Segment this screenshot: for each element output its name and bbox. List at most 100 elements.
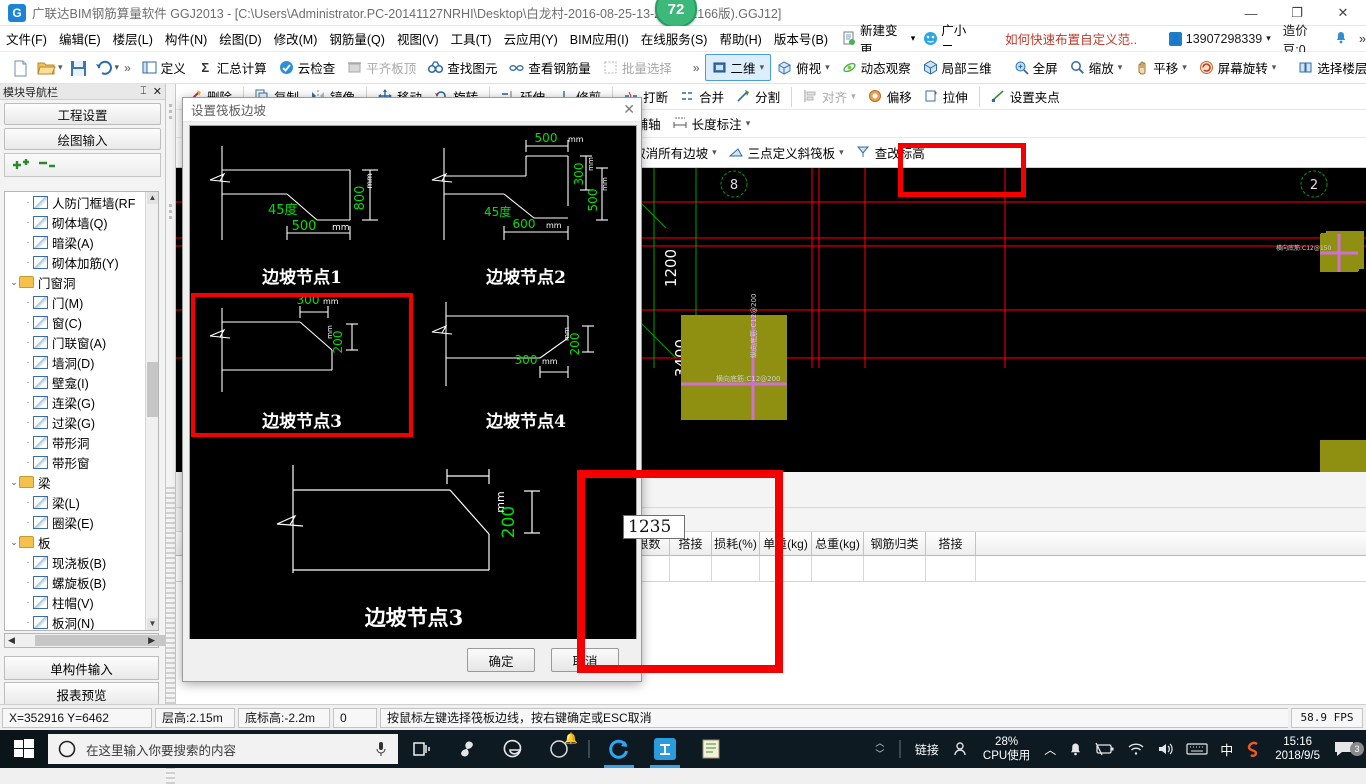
ok-button[interactable]: 确定 [467,648,535,672]
microphone-icon[interactable] [374,741,388,757]
menu-item-view[interactable]: 视图(V) [391,26,445,51]
tree-item[interactable]: · 过梁(G) [5,412,158,432]
tree-item[interactable]: · 门联窗(A) [5,332,158,352]
tree-folder[interactable]: ⌄ 梁 [5,472,158,492]
align-caret-icon[interactable]: ▾ [851,91,856,102]
toolbar-button-top-view[interactable]: 俯视 ▾ [771,55,836,80]
promo-link[interactable]: 如何快速布置自定义范.. [999,27,1143,50]
toolbar-button-set-grip[interactable]: 设置夹点 [985,84,1066,109]
toolbar-button-stretch[interactable]: 拉伸 [918,84,974,109]
tree-scroll-down-icon[interactable]: ▼ [147,618,158,630]
grid-cell[interactable] [812,556,864,581]
expand-all-icon[interactable] [11,157,31,173]
volume-icon[interactable] [1151,742,1180,756]
people-icon[interactable] [945,740,975,758]
2d-caret-icon[interactable]: ▾ [760,62,765,73]
toolbar-button-fullscreen[interactable]: 全屏 [1008,55,1064,80]
menu-item-file[interactable]: 文件(F) [0,26,53,51]
menu-item-cloud[interactable]: 云应用(Y) [498,26,564,51]
app-icon-ggj[interactable] [642,730,688,768]
grid-column-header[interactable]: 搭接 [926,532,976,555]
battery-icon[interactable] [1089,742,1121,756]
menu-item-element[interactable]: 构件(N) [159,26,213,51]
dialog-close-icon[interactable]: ✕ [623,101,635,118]
open-file-caret-icon[interactable]: ▾ [58,62,63,73]
tree-item[interactable]: · 门(M) [5,292,158,312]
tree-item[interactable]: · 带形窗 [5,452,158,472]
toolbar-button-cloud-check[interactable]: 云检查 [273,55,342,80]
expand-collapse-icon[interactable]: ⌄ [9,477,19,488]
top-view-caret-icon[interactable]: ▾ [825,62,830,73]
pan-caret-icon[interactable]: ▾ [1182,62,1187,73]
app-icon-browser[interactable] [596,730,642,768]
toolbar-button-align[interactable]: 对齐 ▾ [797,84,862,109]
toolbar-button-find-element[interactable]: 查找图元 [422,55,503,80]
tree-scroll-right-icon[interactable]: ▶ [148,635,158,646]
menu-item-edit[interactable]: 编辑(E) [53,26,107,51]
toolbar-button-merge[interactable]: 合并 [674,84,730,109]
tree-item[interactable]: · 现浇板(B) [5,552,158,572]
tree-item[interactable]: · 圈梁(E) [5,512,158,532]
menu-item-bim[interactable]: BIM应用(I) [564,26,635,51]
tree-folder[interactable]: ⌄ 门窗洞 [5,272,158,292]
toolbar-overflow-mid[interactable]: » [688,61,705,75]
toolbar-button-orbit[interactable]: 动态观察 [836,55,917,80]
tree-item[interactable]: · 连梁(G) [5,392,158,412]
sidebar-tab-draw-input[interactable]: 绘图输入 [4,128,161,150]
tree-scroll-left-icon[interactable]: ◀ [5,635,15,646]
save-file-icon[interactable] [70,60,86,76]
menu-overflow-button[interactable]: » [1359,32,1366,46]
menu-item-online-service[interactable]: 在线服务(S) [635,26,714,51]
tree-item[interactable]: · 柱帽(V) [5,592,158,612]
three-point-raft-caret-icon[interactable]: ▾ [839,147,844,158]
toolbar-button-length-dim[interactable]: 长度标注 ▾ [667,111,757,136]
grid-column-header[interactable]: 钢筋归类 [864,532,926,555]
tree-item[interactable]: · 壁龛(I) [5,372,158,392]
slope-node-option-2[interactable]: 500 mm 45度 300 mm 500 mm 600 mm 边坡节点2 [416,128,636,292]
zoom-caret-icon[interactable]: ▾ [1118,62,1123,73]
action-center-icon[interactable]: 3 [1328,740,1366,758]
tray-expand-icon[interactable]: ︿ ﹀ [869,738,891,760]
sidebar-tab-project-settings[interactable]: 工程设置 [4,103,161,125]
menu-item-help[interactable]: 帮助(H) [713,26,767,51]
slope-node-option-3[interactable]: 300 mm 200 mm 边坡节点3 [192,294,412,436]
toolbar-button-2d[interactable]: 二维 ▾ [704,54,772,81]
sogou-icon[interactable] [1239,741,1267,758]
toolbar-button-screen-rotate[interactable]: 屏幕旋转 ▾ [1193,55,1283,80]
pin-icon[interactable]: ⌶ [140,85,147,98]
tree-item[interactable]: · 砌体墙(Q) [5,212,158,232]
notification-bell-icon[interactable] [1062,742,1089,757]
toolbar-button-align-slab-top[interactable]: 平齐板顶 [341,55,422,80]
app-icon-360[interactable]: 🔔 [536,730,582,768]
menu-item-floor[interactable]: 楼层(L) [107,26,159,51]
tree-item[interactable]: · 梁(L) [5,492,158,512]
collapse-all-icon[interactable] [37,157,57,173]
tree-item[interactable]: · 窗(C) [5,312,158,332]
tree-item[interactable]: · 板洞(N) [5,612,158,630]
screen-rotate-caret-icon[interactable]: ▾ [1272,62,1277,73]
menu-item-modify[interactable]: 修改(M) [268,26,324,51]
expand-collapse-icon[interactable]: ⌄ [9,277,19,288]
sidebar-tab-report-preview[interactable]: 报表预览 [4,682,159,706]
slope-node-preview[interactable]: 200 mm 边坡节点3 [192,438,636,638]
notification-badge[interactable]: 72 [655,0,697,28]
slope-value-input[interactable]: 1235 [623,515,685,539]
tree-item[interactable]: · 螺旋板(B) [5,572,158,592]
open-file-icon[interactable] [37,60,56,75]
new-file-icon[interactable] [12,60,27,77]
toolbar-button-summary-calc[interactable]: Σ 汇总计算 [192,55,273,80]
tree-item[interactable]: · 砌体加筋(Y) [5,252,158,272]
toolbar-button-split[interactable]: 分割 [730,84,786,109]
toolbar-button-define[interactable]: 定义 [136,55,192,80]
slope-node-option-1[interactable]: 45度 800 mm 500 mm 边坡节点1 [192,128,412,292]
toolbar-button-three-point-raft[interactable]: 三点定义斜筏板 ▾ [723,140,850,165]
cpu-usage-indicator[interactable]: 28% CPU使用 [975,735,1038,763]
component-tree[interactable]: ▲ ▼ · 人防门框墙(RF · 砌体墙(Q) · 暗梁(A) · 砌体加筋(Y) ⌄ 门窗洞 · 门… [4,191,159,631]
grid-column-header[interactable]: 总重(kg) [812,532,864,555]
menu-item-version[interactable]: 版本号(B) [768,26,834,51]
wifi-icon[interactable] [1121,742,1151,756]
toolbar-button-local-3d[interactable]: 局部三维 [917,55,998,80]
tree-scroll-up-icon[interactable]: ▲ [147,192,158,204]
tray-chevron-up-icon[interactable]: ︿ [1038,741,1062,758]
menu-item-draw[interactable]: 绘图(D) [213,26,267,51]
